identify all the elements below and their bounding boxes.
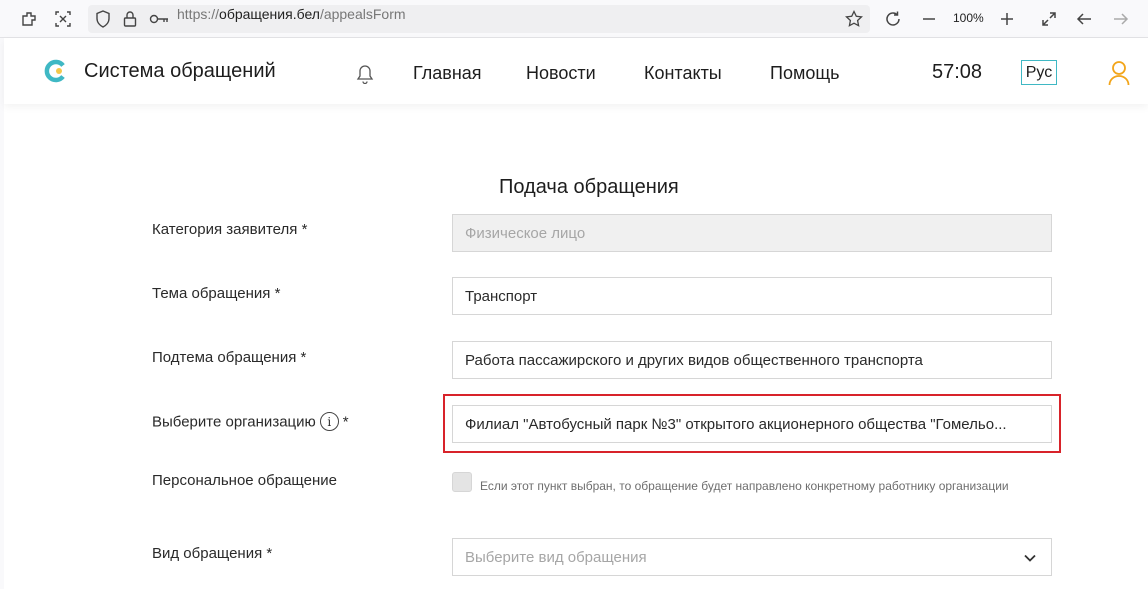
- applicant-category-label: Категория заявителя *: [152, 221, 308, 238]
- zoom-in-icon[interactable]: [996, 8, 1018, 30]
- nav-item-help[interactable]: Помощь: [770, 63, 840, 84]
- language-switch[interactable]: Рус: [1021, 60, 1057, 85]
- site-header: Система обращений Главная Новости Контак…: [4, 38, 1148, 104]
- site-title[interactable]: Система обращений: [84, 60, 276, 83]
- page-content: Система обращений Главная Новости Контак…: [4, 38, 1148, 589]
- info-icon[interactable]: i: [319, 412, 339, 431]
- logo-icon[interactable]: [44, 59, 68, 83]
- topic-field[interactable]: Транспорт: [452, 277, 1052, 315]
- user-icon[interactable]: [1108, 60, 1130, 86]
- personal-appeal-label: Персональное обращение: [152, 472, 337, 489]
- browser-toolbar: https://обращения.бел/appealsForm 100%: [0, 0, 1148, 38]
- chevron-down-icon: [1023, 551, 1037, 565]
- session-timer: 57:08: [932, 61, 983, 83]
- organization-label: Выберите организацию i *: [152, 412, 349, 431]
- forward-arrow-icon[interactable]: [1110, 8, 1132, 30]
- topic-label: Тема обращения *: [152, 285, 281, 302]
- personal-appeal-checkbox[interactable]: [452, 472, 472, 492]
- personal-appeal-hint: Если этот пункт выбран, то обращение буд…: [480, 479, 1009, 493]
- nav-item-contacts[interactable]: Контакты: [644, 63, 722, 84]
- appeal-type-select[interactable]: Выберите вид обращения: [452, 538, 1052, 576]
- nav-item-news[interactable]: Новости: [526, 63, 596, 84]
- lock-icon[interactable]: [119, 8, 141, 30]
- extensions-icon[interactable]: [18, 8, 40, 30]
- key-icon[interactable]: [148, 8, 170, 30]
- reload-icon[interactable]: [882, 8, 904, 30]
- bell-icon[interactable]: [356, 64, 374, 85]
- screenshot-icon[interactable]: [52, 8, 74, 30]
- nav-item-home[interactable]: Главная: [413, 63, 482, 84]
- fullscreen-icon[interactable]: [1038, 8, 1060, 30]
- subtopic-field[interactable]: Работа пассажирского и других видов обще…: [452, 341, 1052, 379]
- bookmark-star-icon[interactable]: [843, 8, 865, 30]
- appeal-type-label: Вид обращения *: [152, 545, 273, 562]
- shield-icon[interactable]: [92, 8, 114, 30]
- url-text: https://обращения.бел/appealsForm: [177, 6, 406, 22]
- applicant-category-field: Физическое лицо: [452, 214, 1052, 252]
- zoom-out-icon[interactable]: [918, 8, 940, 30]
- organization-field[interactable]: Филиал "Автобусный парк №3" открытого ак…: [452, 405, 1052, 443]
- back-arrow-icon[interactable]: [1073, 8, 1095, 30]
- subtopic-label: Подтема обращения *: [152, 349, 307, 366]
- form-title: Подача обращения: [499, 176, 679, 198]
- zoom-level[interactable]: 100%: [953, 11, 984, 25]
